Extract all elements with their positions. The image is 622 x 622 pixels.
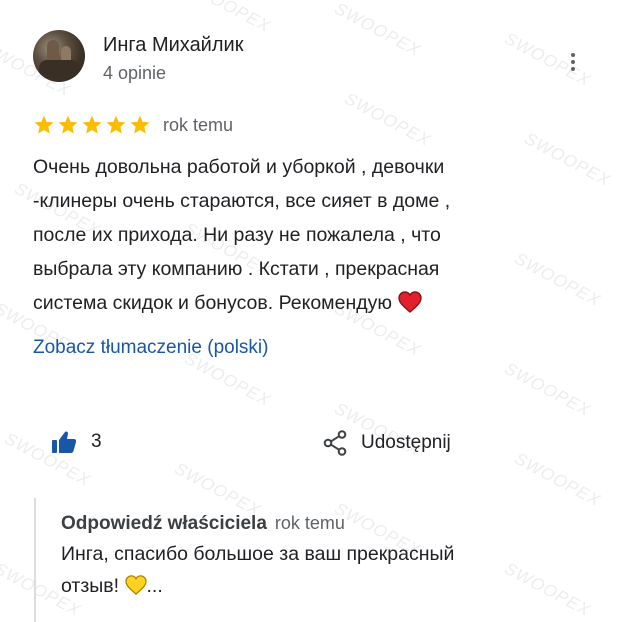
star-icon	[82, 115, 102, 134]
owner-reply: Odpowiedź właściciela rok temu Инга, спас…	[34, 498, 596, 622]
share-button[interactable]: Udostępnij	[323, 430, 451, 456]
rating-row: rok temu	[33, 112, 233, 138]
more-options-icon[interactable]	[561, 50, 585, 74]
review-actions: 3 Udostępnij	[33, 424, 593, 464]
like-button[interactable]: 3	[51, 430, 102, 454]
like-count: 3	[91, 431, 102, 452]
star-icon	[34, 115, 54, 134]
review-text: Очень довольна работой и уборкой , девоч…	[33, 150, 593, 320]
star-icon	[130, 115, 150, 134]
author-name[interactable]: Инга Михайлик	[103, 34, 243, 57]
see-translation-link[interactable]: Zobacz tłumaczenie (polski)	[33, 337, 268, 359]
review-header: Инга Михайлик 4 opinie	[33, 30, 593, 90]
owner-reply-header: Odpowiedź właściciela rok temu	[61, 513, 345, 535]
review-time: rok temu	[163, 114, 234, 135]
yellow-heart-icon	[124, 575, 147, 595]
red-heart-icon	[398, 291, 422, 313]
owner-reply-text[interactable]: Инга, спасибо большое за ваш прекрасный …	[61, 538, 561, 602]
watermark: SWOOPEX	[341, 88, 435, 151]
star-icon	[106, 115, 126, 134]
owner-reply-time: rok temu	[274, 513, 345, 533]
avatar[interactable]	[33, 30, 85, 82]
author-review-count: 4 opinie	[103, 63, 167, 83]
share-icon	[323, 430, 347, 456]
thumbs-up-icon	[52, 431, 77, 453]
share-label: Udostępnij	[361, 432, 451, 453]
star-icon	[58, 115, 78, 134]
owner-reply-body: Инга, спасибо большое за ваш прекрасный …	[61, 543, 455, 597]
star-rating	[33, 114, 151, 136]
review-body: Очень довольна работой и уборкой , девоч…	[33, 156, 451, 314]
watermark: SWOOPEX	[501, 358, 595, 421]
owner-reply-ellipsis: ...	[146, 575, 163, 597]
owner-reply-title: Odpowiedź właściciela	[61, 513, 267, 534]
